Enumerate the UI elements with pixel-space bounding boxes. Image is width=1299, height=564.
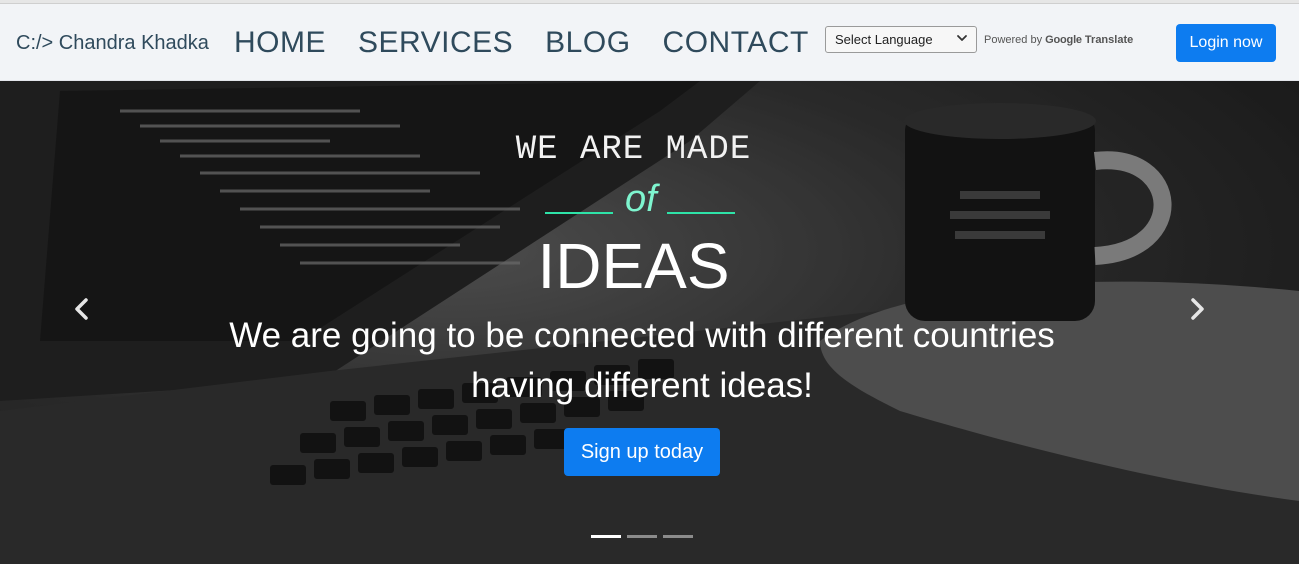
hero-heading-made: WE ARE MADE: [515, 131, 752, 169]
hero-of-divider: of: [545, 178, 735, 220]
signup-button[interactable]: Sign up today: [564, 428, 720, 476]
carousel-indicator-2[interactable]: [627, 535, 657, 538]
hero-carousel: WE ARE MADE of IDEAS We are going to be …: [0, 81, 1299, 564]
chevron-right-icon[interactable]: [1185, 296, 1209, 322]
navbar: C:/> Chandra Khadka HOME SERVICES BLOG C…: [0, 4, 1299, 81]
nav-home[interactable]: HOME: [234, 26, 326, 60]
hero-of-text: of: [625, 178, 657, 220]
main-nav: HOME SERVICES BLOG CONTACT: [234, 26, 809, 60]
of-rule-right: [667, 212, 735, 214]
carousel-indicator-3[interactable]: [663, 535, 693, 538]
language-select[interactable]: Select Language: [825, 26, 977, 53]
powered-by-label: Powered by: [984, 34, 1043, 46]
nav-services[interactable]: SERVICES: [358, 26, 513, 60]
chevron-down-icon: [957, 35, 967, 41]
carousel-indicators: [591, 535, 693, 538]
google-logo[interactable]: Google: [1045, 34, 1082, 46]
nav-blog[interactable]: BLOG: [545, 26, 630, 60]
powered-by-translate: Powered by Google Translate: [984, 34, 1133, 46]
nav-contact[interactable]: CONTACT: [663, 26, 809, 60]
of-rule-left: [545, 212, 613, 214]
hero-heading-ideas: IDEAS: [537, 230, 730, 302]
brand-logo[interactable]: C:/> Chandra Khadka: [16, 32, 209, 55]
login-button[interactable]: Login now: [1176, 24, 1276, 62]
chevron-left-icon[interactable]: [70, 296, 94, 322]
translate-label: Translate: [1084, 34, 1134, 46]
carousel-indicator-1[interactable]: [591, 535, 621, 538]
language-select-value: Select Language: [835, 32, 933, 47]
hero-tagline: We are going to be connected with differ…: [229, 316, 1055, 405]
